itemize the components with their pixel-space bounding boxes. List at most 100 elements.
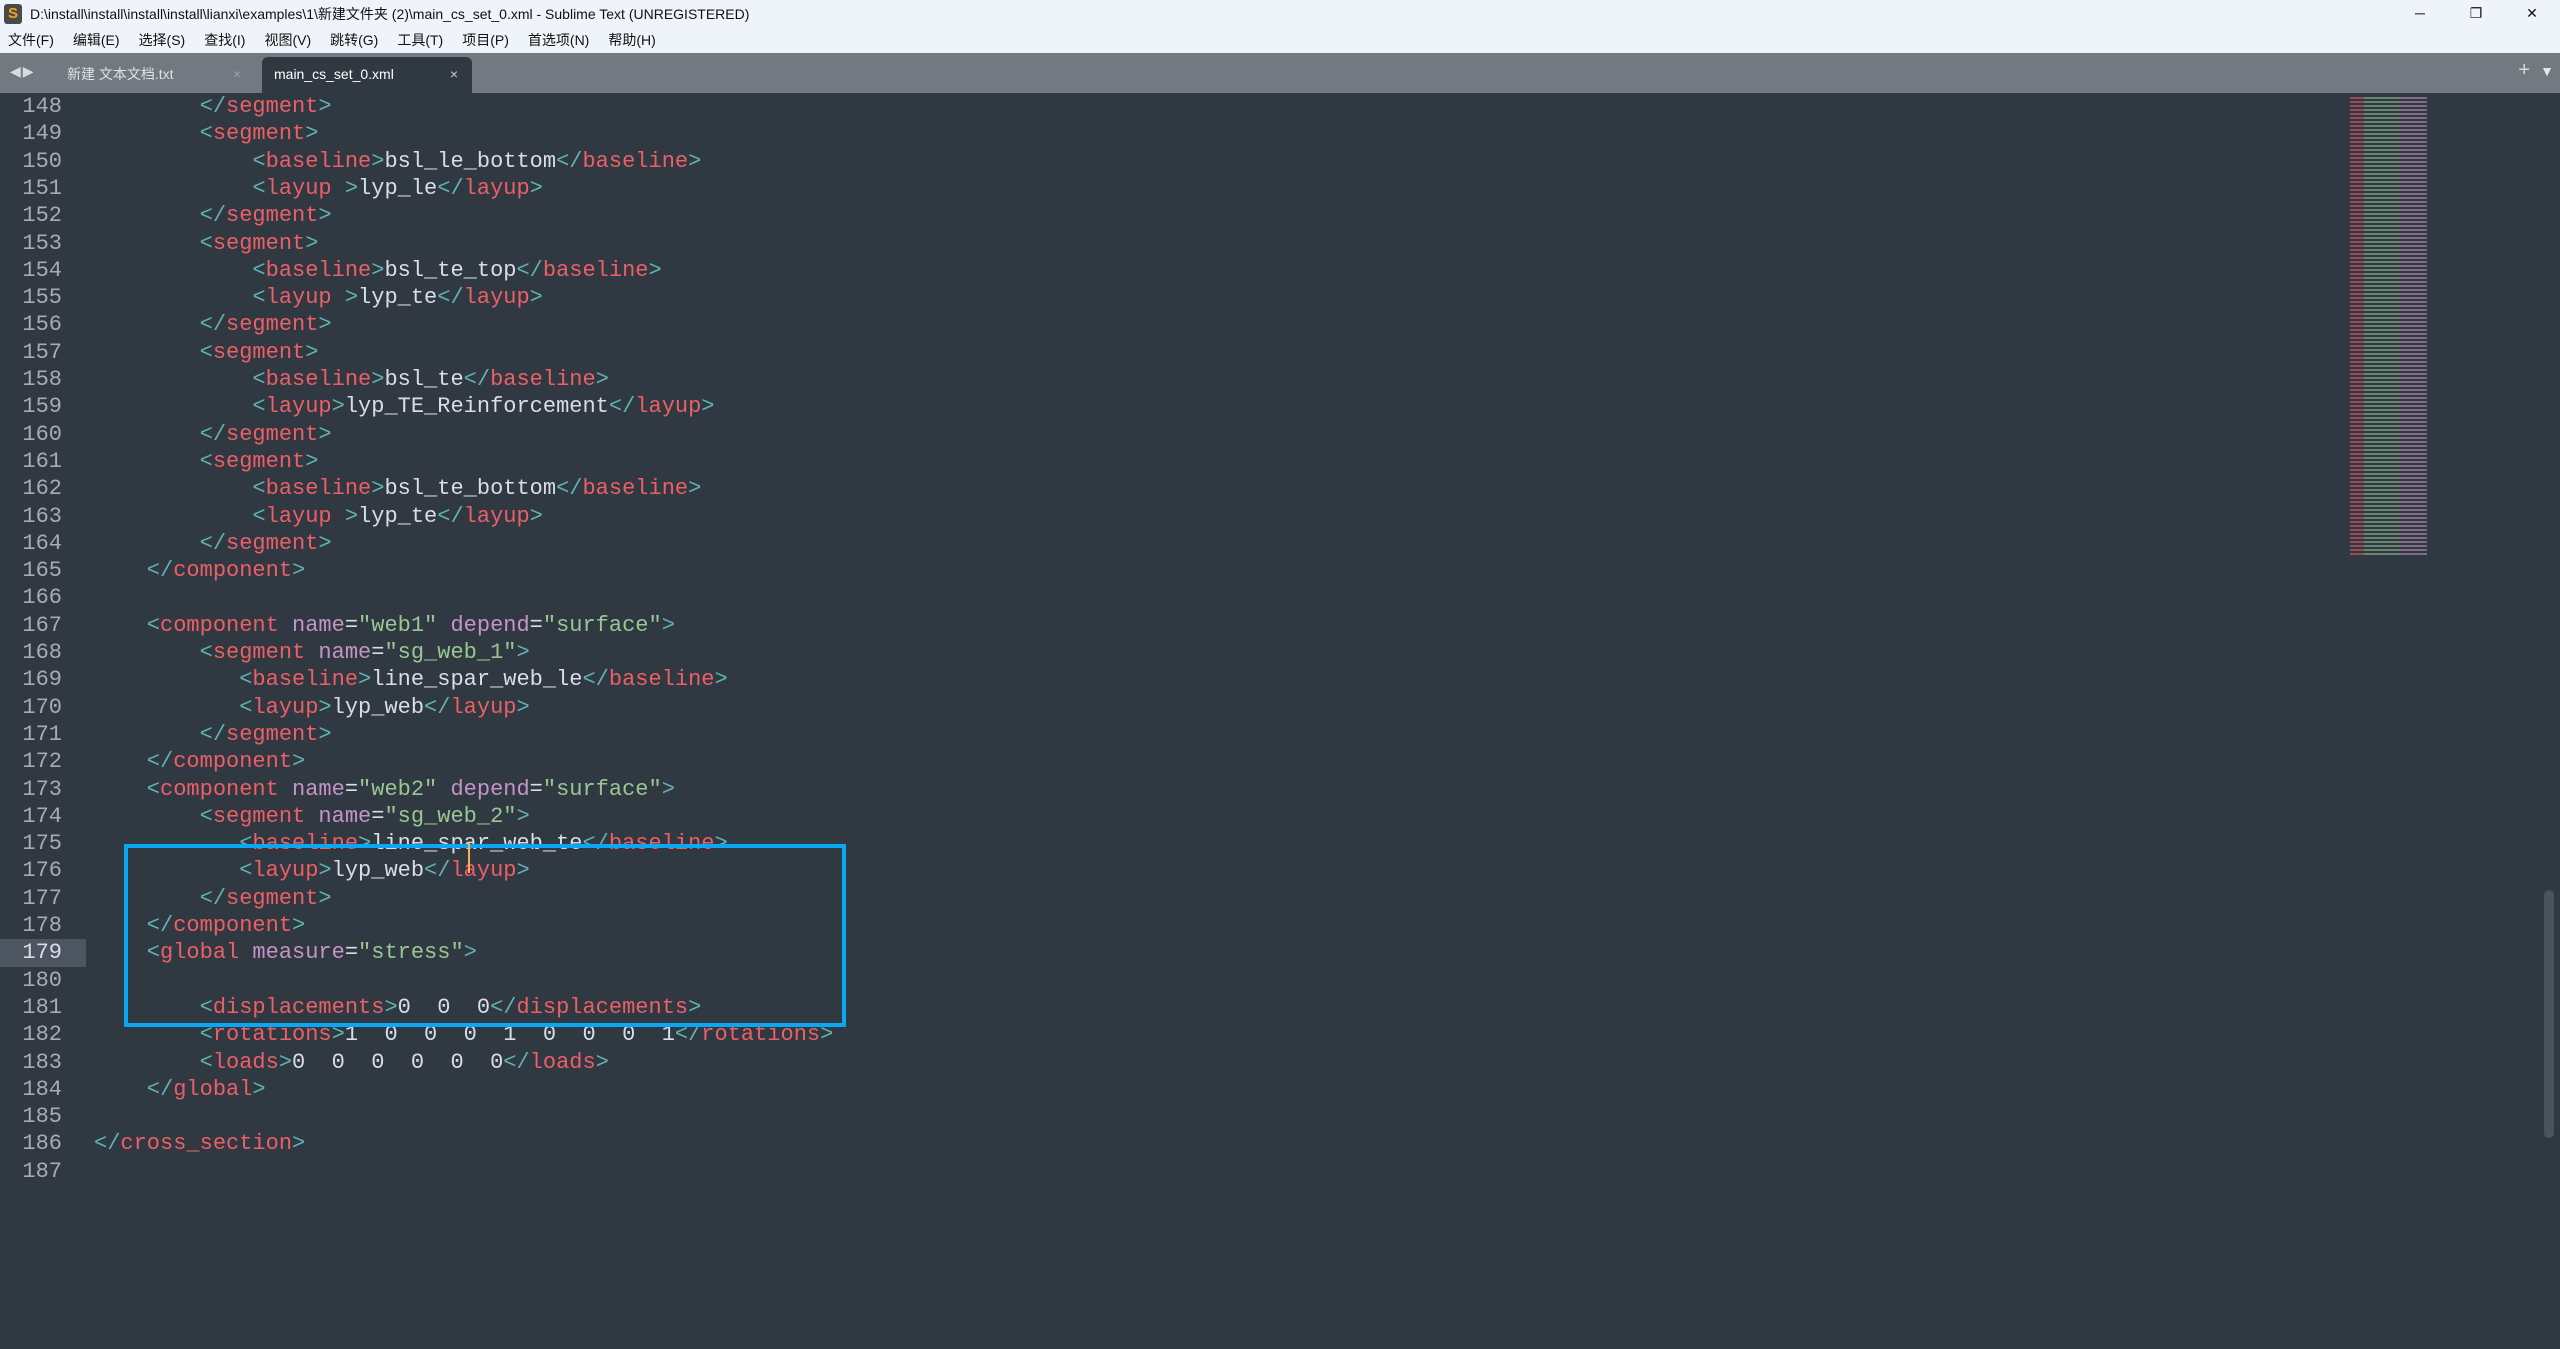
close-tab-icon[interactable]: × xyxy=(233,57,241,91)
menu-bar: 文件(F) 编辑(E) 选择(S) 查找(I) 视图(V) 跳转(G) 工具(T… xyxy=(0,27,2560,53)
window-title: D:\install\install\install\install\lianx… xyxy=(30,5,750,22)
minimize-button[interactable]: ─ xyxy=(2392,0,2448,27)
minimap[interactable] xyxy=(2350,95,2490,555)
line-number: 165 xyxy=(22,558,62,584)
line-number: 185 xyxy=(22,1104,62,1130)
code-line[interactable]: 171 </segment> xyxy=(0,721,2300,748)
code-text: <segment name="sg_web_1"> xyxy=(94,640,530,665)
code-line[interactable]: 184 </global> xyxy=(0,1076,2300,1103)
tab-label: main_cs_set_0.xml xyxy=(274,66,394,82)
line-number: 186 xyxy=(22,1131,62,1157)
code-text: <baseline>bsl_te</baseline> xyxy=(94,367,609,392)
close-button[interactable]: ✕ xyxy=(2504,0,2560,27)
menu-file[interactable]: 文件(F) xyxy=(8,30,54,50)
code-line[interactable]: 148 </segment> xyxy=(0,93,2300,120)
code-text: <baseline>line_spar_web_le</baseline> xyxy=(94,667,728,693)
line-number: 155 xyxy=(22,285,62,311)
code-line[interactable]: 154 <baseline>bsl_te_top</baseline> xyxy=(0,257,2300,284)
tab-text-document[interactable]: 新建 文本文档.txt × xyxy=(55,57,255,93)
text-caret xyxy=(468,843,470,873)
line-number: 169 xyxy=(22,667,62,693)
code-line[interactable]: 172 </component> xyxy=(0,748,2300,775)
line-number: 177 xyxy=(22,885,62,911)
code-text: <segment> xyxy=(94,448,319,474)
code-text: </segment> xyxy=(94,94,332,119)
code-line[interactable]: 157 <segment> xyxy=(0,339,2300,366)
line-number: 182 xyxy=(22,1022,62,1048)
line-number: 171 xyxy=(22,721,62,747)
code-line[interactable]: 163 <layup >lyp_te</layup> xyxy=(0,503,2300,530)
code-line[interactable]: 151 <layup >lyp_le</layup> xyxy=(0,175,2300,202)
code-line[interactable]: 187 xyxy=(0,1158,2300,1185)
code-text: <segment name="sg_web_2"> xyxy=(94,803,530,829)
code-line[interactable]: 166 xyxy=(0,584,2300,611)
code-line[interactable]: 149 <segment> xyxy=(0,120,2300,147)
line-number: 172 xyxy=(22,749,62,775)
tab-bar: ◀▶ 新建 文本文档.txt × main_cs_set_0.xml × + ▼ xyxy=(0,53,2560,93)
code-line[interactable]: 168 <segment name="sg_web_1"> xyxy=(0,639,2300,666)
tab-nav-arrows-icon[interactable]: ◀▶ xyxy=(10,63,36,80)
menu-preferences[interactable]: 首选项(N) xyxy=(528,30,589,50)
code-line[interactable]: 153 <segment> xyxy=(0,230,2300,257)
code-text: <layup >lyp_te</layup> xyxy=(94,503,543,529)
tab-list-dropdown-icon[interactable]: ▼ xyxy=(2540,63,2554,79)
code-line[interactable]: 165 </component> xyxy=(0,557,2300,584)
code-line[interactable]: 156 </segment> xyxy=(0,311,2300,338)
menu-project[interactable]: 项目(P) xyxy=(462,30,509,50)
code-line[interactable]: 161 <segment> xyxy=(0,448,2300,475)
code-text: <baseline>bsl_le_bottom</baseline> xyxy=(94,148,702,174)
close-tab-icon[interactable]: × xyxy=(450,57,458,91)
line-number: 176 xyxy=(22,858,62,884)
code-line[interactable]: 170 <layup>lyp_web</layup> xyxy=(0,694,2300,721)
code-line[interactable]: 162 <baseline>bsl_te_bottom</baseline> xyxy=(0,475,2300,502)
code-text: </segment> xyxy=(94,203,332,229)
line-number: 179 xyxy=(0,939,86,967)
code-line[interactable]: 152 </segment> xyxy=(0,202,2300,229)
code-line[interactable]: 155 <layup >lyp_te</layup> xyxy=(0,284,2300,311)
line-number: 162 xyxy=(22,476,62,502)
line-number: 178 xyxy=(22,913,62,938)
code-line[interactable]: 159 <layup>lyp_TE_Reinforcement</layup> xyxy=(0,393,2300,420)
restore-button[interactable]: ❐ xyxy=(2448,0,2504,27)
menu-tools[interactable]: 工具(T) xyxy=(397,30,443,50)
menu-selection[interactable]: 选择(S) xyxy=(139,30,186,50)
code-text: <component name="web2" depend="surface"> xyxy=(94,776,675,802)
menu-goto[interactable]: 跳转(G) xyxy=(330,30,378,50)
code-line[interactable]: 150 <baseline>bsl_le_bottom</baseline> xyxy=(0,148,2300,175)
code-line[interactable]: 164 </segment> xyxy=(0,530,2300,557)
code-line[interactable]: 173 <component name="web2" depend="surfa… xyxy=(0,776,2300,803)
menu-find[interactable]: 查找(I) xyxy=(204,30,245,50)
menu-view[interactable]: 视图(V) xyxy=(264,30,311,50)
line-number: 187 xyxy=(22,1158,62,1184)
code-line[interactable]: 160 </segment> xyxy=(0,421,2300,448)
code-line[interactable]: 158 <baseline>bsl_te</baseline> xyxy=(0,366,2300,393)
line-number: 166 xyxy=(22,585,62,611)
code-line[interactable]: 186 </cross_section> xyxy=(0,1130,2300,1157)
vertical-scrollbar[interactable] xyxy=(2544,890,2554,1138)
code-text: </global> xyxy=(94,1076,266,1102)
line-number: 157 xyxy=(22,339,62,365)
code-text: <baseline>bsl_te_top</baseline> xyxy=(94,257,662,283)
line-number: 174 xyxy=(22,803,62,829)
line-number: 167 xyxy=(22,612,62,638)
menu-edit[interactable]: 编辑(E) xyxy=(73,30,120,50)
code-line[interactable]: 185 xyxy=(0,1103,2300,1130)
code-line[interactable]: 167 <component name="web1" depend="surfa… xyxy=(0,612,2300,639)
code-text: <baseline>bsl_te_bottom</baseline> xyxy=(94,476,702,502)
code-line[interactable]: 183 <loads>0 0 0 0 0 0</loads> xyxy=(0,1049,2300,1076)
code-line[interactable]: 174 <segment name="sg_web_2"> xyxy=(0,803,2300,830)
menu-help[interactable]: 帮助(H) xyxy=(608,30,655,50)
tab-main-cs-set-xml[interactable]: main_cs_set_0.xml × xyxy=(262,57,472,93)
code-text: <segment> xyxy=(94,230,319,256)
code-text: </segment> xyxy=(94,421,332,447)
line-number: 175 xyxy=(22,831,62,857)
code-line[interactable]: 169 <baseline>line_spar_web_le</baseline… xyxy=(0,666,2300,693)
line-number: 148 xyxy=(22,94,62,119)
line-number: 159 xyxy=(22,394,62,420)
line-number: 154 xyxy=(22,257,62,283)
code-editor[interactable]: 148 </segment> 149 <segment> 150 <baseline… xyxy=(0,93,2540,1349)
new-tab-plus-icon[interactable]: + xyxy=(2518,59,2530,82)
code-text: </segment> xyxy=(94,312,332,338)
line-number: 150 xyxy=(22,148,62,174)
line-number: 163 xyxy=(22,503,62,529)
